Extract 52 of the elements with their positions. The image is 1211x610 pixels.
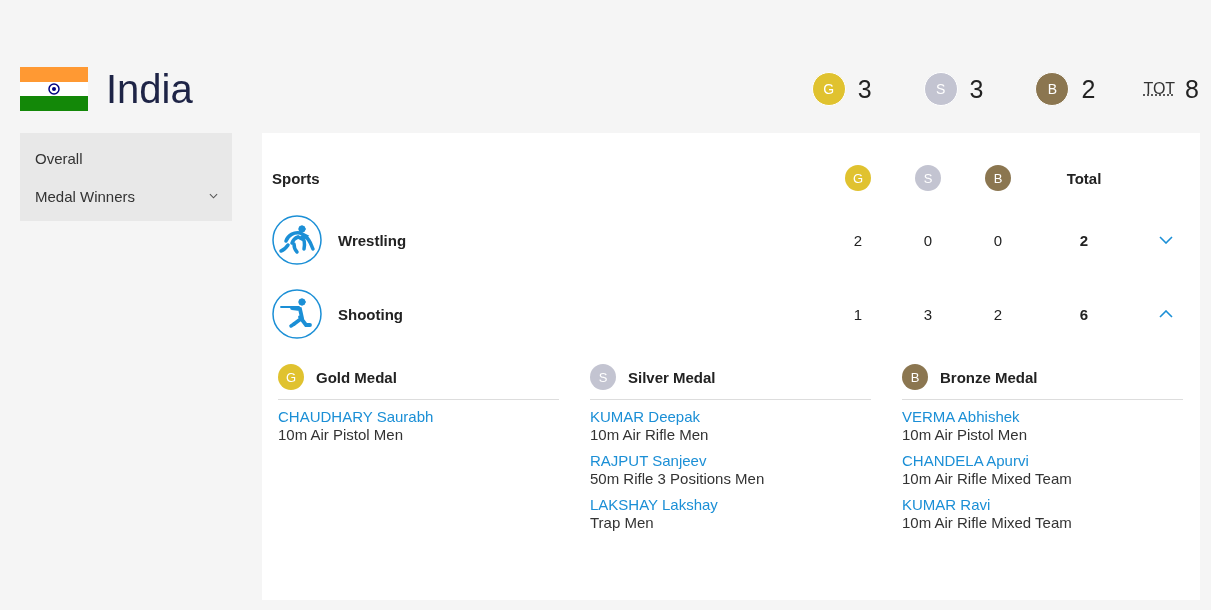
sport-name: Wrestling — [338, 231, 407, 249]
medal-badge: B — [985, 165, 1011, 191]
chevron-down-icon[interactable] — [1159, 236, 1173, 244]
event-name: 10m Air Rifle Mixed Team — [902, 470, 1073, 488]
medal-badge: S — [923, 72, 958, 106]
medal-group-title: Bronze Medal — [940, 368, 1038, 386]
chevron-up-icon[interactable] — [1159, 310, 1173, 318]
event-name: 10m Air Rifle Mixed Team — [902, 514, 1073, 532]
column-header: Total — [1065, 169, 1103, 187]
chevron-down-icon — [209, 193, 218, 199]
total-count: 6 — [1078, 305, 1090, 323]
medal-count: 1 — [852, 305, 864, 323]
medal-count: 3 — [922, 305, 934, 323]
athlete-link[interactable]: KUMAR Deepak — [590, 408, 871, 426]
medal-badge: B — [902, 364, 928, 390]
total-count: 2 — [1078, 231, 1090, 249]
medal-count: 2 — [852, 231, 864, 249]
total-count: 8 — [1185, 74, 1199, 104]
event-name: 50m Rifle 3 Positions Men — [590, 470, 766, 488]
event-name: 10m Air Pistol Men — [902, 426, 1029, 444]
sidebar-item[interactable]: Medal Winners — [20, 177, 232, 215]
medal-count: 2 — [1081, 74, 1096, 104]
medal-badge: G — [845, 165, 871, 191]
event-name: Trap Men — [590, 514, 655, 532]
medal-badge: G — [811, 72, 846, 106]
medal-group-title: Silver Medal — [628, 368, 716, 386]
sidebar-item[interactable]: Overall — [20, 139, 232, 177]
event-name: 10m Air Rifle Men — [590, 426, 710, 444]
athlete-link[interactable]: VERMA Abhishek — [902, 408, 1183, 426]
column-header: Sports — [272, 169, 321, 187]
sport-name: Shooting — [338, 305, 403, 323]
shooter-icon — [272, 289, 322, 339]
medal-count: 2 — [992, 305, 1004, 323]
athlete-link[interactable]: RAJPUT Sanjeev — [590, 452, 871, 470]
athlete-link[interactable]: KUMAR Ravi — [902, 496, 1183, 514]
athlete-link[interactable]: CHANDELA Apurvi — [902, 452, 1183, 470]
wrestlers-icon — [272, 215, 322, 265]
medal-count: 0 — [992, 231, 1004, 249]
medal-badge: B — [1035, 72, 1070, 106]
medal-count: 0 — [922, 231, 934, 249]
athlete-link[interactable]: LAKSHAY Lakshay — [590, 496, 871, 514]
total-label: TOT — [1143, 80, 1176, 98]
medal-badge: S — [915, 165, 941, 191]
medal-badge: S — [590, 364, 616, 390]
medal-group-title: Gold Medal — [316, 368, 397, 386]
medal-badge: G — [278, 364, 304, 390]
flag-icon — [20, 67, 88, 111]
medal-count: 3 — [857, 74, 872, 104]
event-name: 10m Air Pistol Men — [278, 426, 405, 444]
country-name: India — [106, 66, 193, 112]
athlete-link[interactable]: CHAUDHARY Saurabh — [278, 408, 559, 426]
medal-count: 3 — [969, 74, 984, 104]
